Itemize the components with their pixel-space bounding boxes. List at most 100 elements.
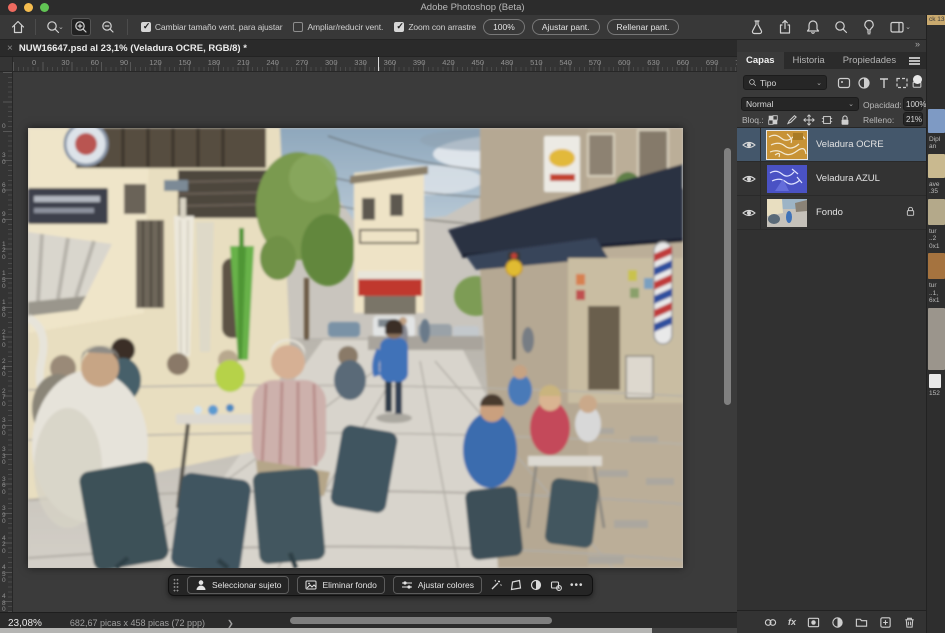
layer-visibility-toggle[interactable]	[737, 196, 761, 229]
ruler-cursor-marker	[378, 57, 379, 72]
fill-value[interactable]: 21%	[903, 112, 923, 126]
strip-thumbnail[interactable]	[928, 253, 945, 279]
strip-fragment: tur ..1, 6x1	[927, 282, 945, 305]
collapse-panels-icon[interactable]: »	[915, 39, 920, 49]
transform-icon[interactable]	[510, 579, 522, 591]
workspace-icon	[889, 19, 905, 35]
new-layer-icon[interactable]	[879, 616, 892, 629]
layer-thumbnail[interactable]	[767, 165, 807, 193]
ruler-label: 1 5 0	[2, 271, 6, 291]
status-expand-icon[interactable]: ❯	[227, 619, 234, 628]
layer-mask-icon[interactable]	[807, 616, 820, 629]
chevron-down-icon: ⌄	[58, 23, 64, 31]
tab-historia[interactable]: Historia	[784, 52, 834, 69]
opacity-value[interactable]: 100%	[903, 97, 923, 111]
ruler-label: 120	[149, 58, 162, 67]
lock-image-pixels-icon[interactable]	[785, 113, 797, 127]
notifications-bell-icon[interactable]	[805, 19, 821, 35]
type-filter-icon[interactable]	[877, 76, 891, 90]
ruler-label: 690	[706, 58, 719, 67]
layer-style-fx-icon[interactable]: fx	[788, 617, 796, 627]
filter-type-select[interactable]: Tipo ⌄	[743, 75, 827, 90]
new-adjustment-layer-icon[interactable]	[831, 616, 844, 629]
layer-row-veladura-ocre[interactable]: Veladura OCRE	[737, 128, 926, 162]
blend-mode-select[interactable]: Normal ⌄	[741, 97, 859, 111]
lock-transparent-pixels-icon[interactable]	[767, 113, 779, 127]
strip-thumbnail[interactable]	[928, 199, 945, 225]
document-tab-title[interactable]: NUW16647.psd al 23,1% (Veladura OCRE, RG…	[19, 43, 247, 54]
zoom-in-button[interactable]	[71, 18, 91, 36]
fit-screen-button[interactable]: Ajustar pant.	[532, 19, 600, 35]
strip-fragment: ave .35	[927, 181, 945, 196]
zoom-100-button[interactable]: 100%	[483, 19, 525, 35]
layer-name[interactable]: Veladura OCRE	[816, 139, 884, 150]
lock-position-icon[interactable]	[803, 113, 815, 127]
vertical-scrollbar-thumb[interactable]	[724, 148, 731, 405]
screen-bottom-edge-dark	[652, 628, 737, 633]
ruler-origin-corner[interactable]	[0, 57, 13, 72]
zoom-tool-indicator[interactable]: ⌄	[45, 19, 64, 35]
strip-thumbnail[interactable]	[928, 308, 945, 370]
beta-feedback-icon[interactable]	[749, 19, 765, 35]
select-subject-button[interactable]: Seleccionar sujeto	[187, 576, 289, 594]
ruler-label: 570	[589, 58, 602, 67]
strip-thumbnail[interactable]	[928, 154, 945, 178]
home-icon[interactable]	[10, 19, 26, 35]
ruler-horizontal[interactable]: 0306090120150180210240270300330360390420…	[13, 57, 737, 72]
layer-row-veladura-azul[interactable]: Veladura AZUL	[737, 162, 926, 196]
strip-fragment: tur ..2 0x1	[927, 228, 945, 251]
lock-all-icon[interactable]	[839, 113, 851, 127]
share-icon[interactable]	[777, 19, 793, 35]
layer-name[interactable]: Veladura AZUL	[816, 173, 880, 184]
layer-thumbnail[interactable]	[767, 199, 807, 227]
discover-lightbulb-icon[interactable]	[861, 19, 877, 35]
adjustment-filter-icon[interactable]	[857, 76, 871, 90]
tab-capas[interactable]: Capas	[737, 52, 784, 69]
layer-thumbnail[interactable]	[767, 131, 807, 159]
adjustment-icon[interactable]	[530, 579, 542, 591]
ruler-vertical[interactable]: 03 06 09 01 2 01 5 01 8 02 1 02 4 02 7 0…	[0, 72, 13, 612]
eye-icon	[742, 208, 756, 218]
scrubby-zoom-checkbox[interactable]: Zoom con arrastre	[394, 22, 476, 32]
document-area: 0306090120150180210240270300330360390420…	[0, 57, 737, 612]
search-icon[interactable]	[833, 19, 849, 35]
layer-locked-icon	[905, 204, 916, 222]
person-icon	[195, 579, 207, 591]
document-canvas[interactable]	[28, 128, 683, 568]
ruler-label: 210	[237, 58, 250, 67]
link-layers-icon[interactable]	[764, 616, 777, 629]
horizontal-scrollbar-thumb[interactable]	[290, 617, 552, 624]
zoom-all-windows-checkbox[interactable]: Ampliar/reducir vent.	[293, 22, 383, 32]
lock-artboard-icon[interactable]	[821, 113, 833, 127]
panel-menu-icon[interactable]	[909, 57, 920, 65]
taskbar-drag-handle[interactable]	[173, 578, 179, 592]
tab-propiedades[interactable]: Propiedades	[834, 52, 905, 69]
delete-layer-icon[interactable]	[903, 616, 916, 629]
shape-filter-icon[interactable]	[895, 76, 909, 90]
fill-screen-button[interactable]: Rellenar pant.	[607, 19, 680, 35]
layer-row-fondo[interactable]: Fondo	[737, 196, 926, 230]
layer-name[interactable]: Fondo	[816, 207, 843, 218]
workspace-switcher[interactable]: ⌄	[889, 19, 911, 35]
pixel-filter-icon[interactable]	[837, 76, 851, 90]
harmonize-icon[interactable]	[550, 579, 562, 591]
layers-panel-controls: Tipo ⌄ Normal ⌄ Opacidad: 100%	[737, 69, 926, 128]
filter-toggle-pin[interactable]	[913, 75, 922, 84]
divider	[127, 19, 128, 35]
zoom-out-button[interactable]	[98, 18, 118, 36]
layer-visibility-toggle[interactable]	[737, 162, 761, 195]
strip-thumbnail[interactable]	[928, 109, 945, 133]
zoom-percentage[interactable]: 23,08%	[8, 618, 42, 629]
ruler-label: 540	[559, 58, 572, 67]
remove-background-button[interactable]: Eliminar fondo	[297, 576, 384, 594]
close-document-icon[interactable]: ×	[7, 43, 13, 54]
new-group-icon[interactable]	[855, 616, 868, 629]
more-options-button[interactable]: •••	[570, 580, 584, 591]
ruler-label: 3 9 0	[2, 506, 6, 526]
magic-wand-icon[interactable]	[490, 579, 502, 591]
strip-fragment: ck 13	[927, 15, 945, 25]
layer-visibility-toggle[interactable]	[737, 128, 761, 161]
panel-tab-bar: Capas Historia Propiedades	[737, 52, 926, 69]
resize-window-checkbox[interactable]: Cambiar tamaño vent. para ajustar	[141, 22, 283, 32]
adjust-colors-button[interactable]: Ajustar colores	[393, 576, 482, 594]
